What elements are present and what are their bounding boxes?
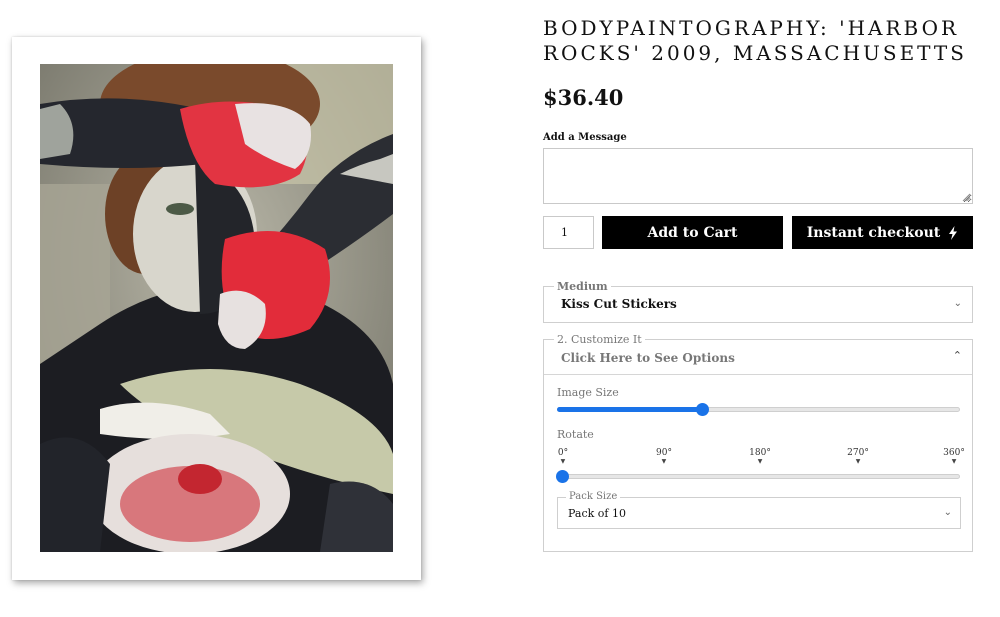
image-size-slider-fill: [557, 407, 702, 412]
product-title: BODYPAINTOGRAPHY: 'HARBOR ROCKS' 2009, M…: [543, 16, 967, 65]
product-artwork-image[interactable]: [40, 64, 393, 552]
image-size-label: Image Size: [557, 386, 619, 399]
pack-size-select[interactable]: Pack Size Pack of 10 ⌄: [557, 491, 961, 529]
product-image-frame: [12, 37, 421, 580]
medium-selected-value: Kiss Cut Stickers: [561, 297, 677, 311]
product-price: $36.40: [543, 85, 624, 110]
rotate-tick: 180° ▼: [749, 448, 771, 465]
medium-legend: Medium: [554, 280, 611, 293]
add-to-cart-label: Add to Cart: [647, 224, 738, 241]
lightning-bolt-icon: [949, 225, 958, 240]
medium-select[interactable]: Medium Kiss Cut Stickers ⌄: [543, 280, 973, 323]
rotate-tick: 270° ▼: [847, 448, 869, 465]
chevron-down-icon: ⌄: [943, 507, 952, 518]
customize-panel: 2. Customize It Click Here to See Option…: [543, 333, 973, 552]
chevron-up-icon: ⌃: [952, 349, 962, 362]
image-size-slider-thumb[interactable]: [696, 403, 709, 416]
rotate-slider-thumb[interactable]: [556, 470, 569, 483]
chevron-down-icon: ⌄: [953, 298, 962, 309]
rotate-tick: 360° ▼: [943, 448, 965, 465]
rotate-slider[interactable]: [556, 470, 960, 483]
instant-checkout-button[interactable]: Instant checkout: [792, 216, 973, 249]
message-label: Add a Message: [543, 132, 627, 143]
add-to-cart-button[interactable]: Add to Cart: [602, 216, 783, 249]
customize-options-toggle[interactable]: Click Here to See Options ⌃: [544, 340, 972, 375]
rotate-tick: 0° ▼: [557, 448, 569, 465]
pack-size-legend: Pack Size: [566, 491, 621, 502]
customize-header-label: Click Here to See Options: [561, 351, 735, 365]
message-input[interactable]: [543, 148, 973, 204]
rotate-label: Rotate: [557, 428, 594, 441]
pack-size-selected-value: Pack of 10: [568, 507, 626, 520]
instant-checkout-label: Instant checkout: [806, 224, 941, 241]
quantity-input[interactable]: [543, 216, 594, 249]
image-size-slider[interactable]: [557, 403, 960, 416]
rotate-tick-labels: 0° ▼ 90° ▼ 180° ▼ 270° ▼ 360° ▼: [557, 448, 967, 468]
rotate-tick: 90° ▼: [656, 448, 672, 465]
